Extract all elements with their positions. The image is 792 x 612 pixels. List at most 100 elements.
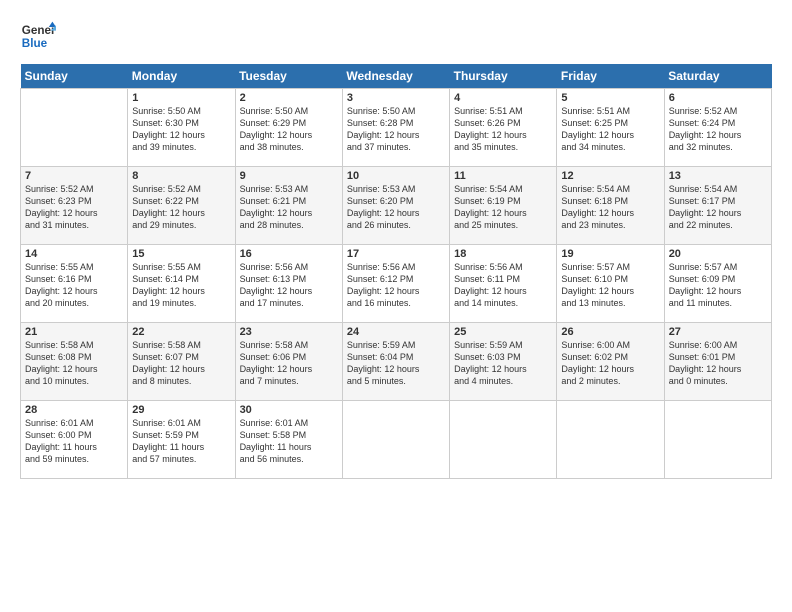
day-info: Sunrise: 5:57 AM Sunset: 6:09 PM Dayligh… — [669, 261, 767, 310]
week-row: 1Sunrise: 5:50 AM Sunset: 6:30 PM Daylig… — [21, 89, 772, 167]
day-info: Sunrise: 5:59 AM Sunset: 6:03 PM Dayligh… — [454, 339, 552, 388]
header: General Blue — [20, 18, 772, 54]
day-cell: 14Sunrise: 5:55 AM Sunset: 6:16 PM Dayli… — [21, 245, 128, 323]
day-info: Sunrise: 5:59 AM Sunset: 6:04 PM Dayligh… — [347, 339, 445, 388]
week-row: 28Sunrise: 6:01 AM Sunset: 6:00 PM Dayli… — [21, 401, 772, 479]
day-number: 17 — [347, 248, 445, 260]
day-cell: 5Sunrise: 5:51 AM Sunset: 6:25 PM Daylig… — [557, 89, 664, 167]
day-cell: 18Sunrise: 5:56 AM Sunset: 6:11 PM Dayli… — [450, 245, 557, 323]
day-cell: 24Sunrise: 5:59 AM Sunset: 6:04 PM Dayli… — [342, 323, 449, 401]
day-cell: 7Sunrise: 5:52 AM Sunset: 6:23 PM Daylig… — [21, 167, 128, 245]
day-cell: 15Sunrise: 5:55 AM Sunset: 6:14 PM Dayli… — [128, 245, 235, 323]
day-number: 2 — [240, 92, 338, 104]
day-info: Sunrise: 5:54 AM Sunset: 6:18 PM Dayligh… — [561, 183, 659, 232]
day-cell: 19Sunrise: 5:57 AM Sunset: 6:10 PM Dayli… — [557, 245, 664, 323]
day-info: Sunrise: 5:57 AM Sunset: 6:10 PM Dayligh… — [561, 261, 659, 310]
day-info: Sunrise: 5:58 AM Sunset: 6:08 PM Dayligh… — [25, 339, 123, 388]
day-number: 25 — [454, 326, 552, 338]
day-cell: 9Sunrise: 5:53 AM Sunset: 6:21 PM Daylig… — [235, 167, 342, 245]
day-cell — [557, 401, 664, 479]
day-number: 29 — [132, 404, 230, 416]
day-number: 22 — [132, 326, 230, 338]
col-header-sunday: Sunday — [21, 64, 128, 89]
day-number: 24 — [347, 326, 445, 338]
day-info: Sunrise: 5:58 AM Sunset: 6:06 PM Dayligh… — [240, 339, 338, 388]
day-cell — [664, 401, 771, 479]
day-info: Sunrise: 5:54 AM Sunset: 6:19 PM Dayligh… — [454, 183, 552, 232]
day-info: Sunrise: 5:58 AM Sunset: 6:07 PM Dayligh… — [132, 339, 230, 388]
day-cell: 2Sunrise: 5:50 AM Sunset: 6:29 PM Daylig… — [235, 89, 342, 167]
day-cell: 30Sunrise: 6:01 AM Sunset: 5:58 PM Dayli… — [235, 401, 342, 479]
day-info: Sunrise: 5:56 AM Sunset: 6:13 PM Dayligh… — [240, 261, 338, 310]
day-info: Sunrise: 6:00 AM Sunset: 6:02 PM Dayligh… — [561, 339, 659, 388]
day-cell: 29Sunrise: 6:01 AM Sunset: 5:59 PM Dayli… — [128, 401, 235, 479]
day-number: 18 — [454, 248, 552, 260]
day-number: 14 — [25, 248, 123, 260]
day-info: Sunrise: 5:52 AM Sunset: 6:23 PM Dayligh… — [25, 183, 123, 232]
day-cell: 16Sunrise: 5:56 AM Sunset: 6:13 PM Dayli… — [235, 245, 342, 323]
day-number: 1 — [132, 92, 230, 104]
col-header-thursday: Thursday — [450, 64, 557, 89]
day-cell: 1Sunrise: 5:50 AM Sunset: 6:30 PM Daylig… — [128, 89, 235, 167]
day-number: 3 — [347, 92, 445, 104]
day-cell: 6Sunrise: 5:52 AM Sunset: 6:24 PM Daylig… — [664, 89, 771, 167]
day-number: 6 — [669, 92, 767, 104]
week-row: 21Sunrise: 5:58 AM Sunset: 6:08 PM Dayli… — [21, 323, 772, 401]
page-container: General Blue SundayMondayTuesdayWednesda… — [0, 0, 792, 489]
day-info: Sunrise: 5:52 AM Sunset: 6:22 PM Dayligh… — [132, 183, 230, 232]
day-number: 21 — [25, 326, 123, 338]
day-info: Sunrise: 5:50 AM Sunset: 6:29 PM Dayligh… — [240, 105, 338, 154]
day-cell: 21Sunrise: 5:58 AM Sunset: 6:08 PM Dayli… — [21, 323, 128, 401]
day-number: 26 — [561, 326, 659, 338]
day-cell: 12Sunrise: 5:54 AM Sunset: 6:18 PM Dayli… — [557, 167, 664, 245]
day-number: 23 — [240, 326, 338, 338]
svg-text:Blue: Blue — [22, 37, 48, 50]
day-number: 28 — [25, 404, 123, 416]
day-info: Sunrise: 5:51 AM Sunset: 6:26 PM Dayligh… — [454, 105, 552, 154]
col-header-monday: Monday — [128, 64, 235, 89]
day-number: 7 — [25, 170, 123, 182]
day-number: 27 — [669, 326, 767, 338]
day-info: Sunrise: 5:54 AM Sunset: 6:17 PM Dayligh… — [669, 183, 767, 232]
day-info: Sunrise: 5:55 AM Sunset: 6:16 PM Dayligh… — [25, 261, 123, 310]
day-info: Sunrise: 5:55 AM Sunset: 6:14 PM Dayligh… — [132, 261, 230, 310]
day-info: Sunrise: 5:52 AM Sunset: 6:24 PM Dayligh… — [669, 105, 767, 154]
logo: General Blue — [20, 18, 56, 54]
day-cell: 23Sunrise: 5:58 AM Sunset: 6:06 PM Dayli… — [235, 323, 342, 401]
day-cell — [450, 401, 557, 479]
day-number: 16 — [240, 248, 338, 260]
day-info: Sunrise: 5:56 AM Sunset: 6:11 PM Dayligh… — [454, 261, 552, 310]
day-cell: 10Sunrise: 5:53 AM Sunset: 6:20 PM Dayli… — [342, 167, 449, 245]
day-info: Sunrise: 5:50 AM Sunset: 6:28 PM Dayligh… — [347, 105, 445, 154]
col-header-friday: Friday — [557, 64, 664, 89]
day-cell: 3Sunrise: 5:50 AM Sunset: 6:28 PM Daylig… — [342, 89, 449, 167]
day-info: Sunrise: 5:50 AM Sunset: 6:30 PM Dayligh… — [132, 105, 230, 154]
day-cell: 25Sunrise: 5:59 AM Sunset: 6:03 PM Dayli… — [450, 323, 557, 401]
week-row: 14Sunrise: 5:55 AM Sunset: 6:16 PM Dayli… — [21, 245, 772, 323]
day-number: 11 — [454, 170, 552, 182]
day-cell: 22Sunrise: 5:58 AM Sunset: 6:07 PM Dayli… — [128, 323, 235, 401]
day-number: 8 — [132, 170, 230, 182]
day-cell: 4Sunrise: 5:51 AM Sunset: 6:26 PM Daylig… — [450, 89, 557, 167]
day-number: 20 — [669, 248, 767, 260]
day-number: 9 — [240, 170, 338, 182]
day-info: Sunrise: 6:00 AM Sunset: 6:01 PM Dayligh… — [669, 339, 767, 388]
day-number: 10 — [347, 170, 445, 182]
day-number: 12 — [561, 170, 659, 182]
day-cell: 13Sunrise: 5:54 AM Sunset: 6:17 PM Dayli… — [664, 167, 771, 245]
day-cell — [342, 401, 449, 479]
day-cell — [21, 89, 128, 167]
col-header-saturday: Saturday — [664, 64, 771, 89]
day-cell: 20Sunrise: 5:57 AM Sunset: 6:09 PM Dayli… — [664, 245, 771, 323]
day-info: Sunrise: 5:53 AM Sunset: 6:20 PM Dayligh… — [347, 183, 445, 232]
header-row: SundayMondayTuesdayWednesdayThursdayFrid… — [21, 64, 772, 89]
day-number: 19 — [561, 248, 659, 260]
day-cell: 17Sunrise: 5:56 AM Sunset: 6:12 PM Dayli… — [342, 245, 449, 323]
day-info: Sunrise: 5:51 AM Sunset: 6:25 PM Dayligh… — [561, 105, 659, 154]
day-number: 13 — [669, 170, 767, 182]
day-cell: 8Sunrise: 5:52 AM Sunset: 6:22 PM Daylig… — [128, 167, 235, 245]
day-info: Sunrise: 5:56 AM Sunset: 6:12 PM Dayligh… — [347, 261, 445, 310]
day-number: 15 — [132, 248, 230, 260]
col-header-tuesday: Tuesday — [235, 64, 342, 89]
day-cell: 28Sunrise: 6:01 AM Sunset: 6:00 PM Dayli… — [21, 401, 128, 479]
